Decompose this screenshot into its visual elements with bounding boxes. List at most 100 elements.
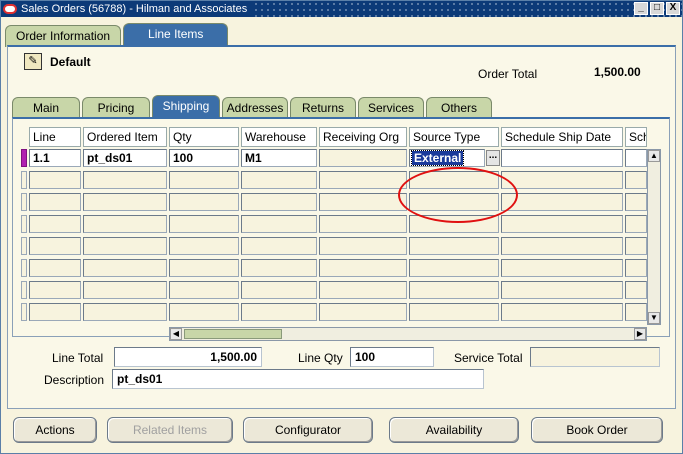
tab-returns[interactable]: Returns (290, 97, 356, 117)
empty-cell-schedule-ship-date[interactable] (501, 193, 623, 211)
empty-cell-source-type[interactable] (409, 215, 499, 233)
empty-cell-sch[interactable] (625, 281, 647, 299)
empty-cell-sch[interactable] (625, 303, 647, 321)
col-header-ordered-item[interactable]: Ordered Item (83, 127, 167, 147)
empty-cell-ordered-item[interactable] (83, 193, 167, 211)
empty-cell-sch[interactable] (625, 171, 647, 189)
empty-cell-ordered-item[interactable] (83, 259, 167, 277)
maximize-button[interactable]: □ (650, 2, 664, 15)
empty-cell-sch[interactable] (625, 215, 647, 233)
empty-cell-warehouse[interactable] (241, 303, 317, 321)
tab-shipping[interactable]: Shipping (152, 95, 220, 117)
actions-button[interactable]: Actions (13, 417, 97, 443)
empty-cell-line[interactable] (29, 215, 81, 233)
cell-qty[interactable]: 100 (169, 149, 239, 167)
cell-schedule-ship-date[interactable] (501, 149, 623, 167)
empty-cell-warehouse[interactable] (241, 259, 317, 277)
cell-source-type[interactable]: External (409, 149, 485, 167)
empty-cell-receiving-org[interactable] (319, 171, 407, 189)
tab-pricing[interactable]: Pricing (82, 97, 150, 117)
empty-cell-line[interactable] (29, 237, 81, 255)
empty-cell-qty[interactable] (169, 259, 239, 277)
empty-cell-receiving-org[interactable] (319, 303, 407, 321)
service-total-field[interactable] (530, 347, 660, 367)
empty-cell-qty[interactable] (169, 193, 239, 211)
empty-cell-receiving-org[interactable] (319, 193, 407, 211)
empty-cell-warehouse[interactable] (241, 193, 317, 211)
col-header-line[interactable]: Line (29, 127, 81, 147)
col-header-source-type[interactable]: Source Type (409, 127, 499, 147)
empty-cell-warehouse[interactable] (241, 215, 317, 233)
col-header-sch[interactable]: Sch (625, 127, 647, 147)
close-button[interactable]: X (666, 2, 680, 15)
empty-cell-schedule-ship-date[interactable] (501, 237, 623, 255)
tab-main[interactable]: Main (12, 97, 80, 117)
empty-cell-receiving-org[interactable] (319, 259, 407, 277)
minimize-button[interactable]: _ (634, 2, 648, 15)
cell-receiving-org[interactable] (319, 149, 407, 167)
empty-cell-ordered-item[interactable] (83, 237, 167, 255)
empty-cell-schedule-ship-date[interactable] (501, 171, 623, 189)
line-qty-field[interactable]: 100 (350, 347, 434, 367)
related-items-button[interactable]: Related Items (107, 417, 233, 443)
tab-services[interactable]: Services (358, 97, 424, 117)
line-total-field[interactable]: 1,500.00 (114, 347, 262, 367)
empty-cell-schedule-ship-date[interactable] (501, 215, 623, 233)
empty-cell-line[interactable] (29, 259, 81, 277)
empty-cell-warehouse[interactable] (241, 237, 317, 255)
scroll-right-icon[interactable]: ▶ (634, 328, 646, 340)
empty-cell-schedule-ship-date[interactable] (501, 303, 623, 321)
scroll-down-icon[interactable]: ▼ (648, 312, 660, 324)
empty-cell-qty[interactable] (169, 215, 239, 233)
empty-cell-ordered-item[interactable] (83, 215, 167, 233)
configurator-button[interactable]: Configurator (243, 417, 373, 443)
empty-cell-ordered-item[interactable] (83, 171, 167, 189)
col-header-receiving-org[interactable]: Receiving Org (319, 127, 407, 147)
empty-cell-source-type[interactable] (409, 193, 499, 211)
row-indicator[interactable] (21, 259, 27, 277)
empty-cell-qty[interactable] (169, 171, 239, 189)
cell-sch[interactable] (625, 149, 647, 167)
tab-line-items[interactable]: Line Items (123, 23, 229, 45)
empty-cell-ordered-item[interactable] (83, 281, 167, 299)
empty-cell-warehouse[interactable] (241, 171, 317, 189)
description-field[interactable]: pt_ds01 (112, 369, 484, 389)
tab-order-information[interactable]: Order Information (5, 25, 122, 47)
row-indicator[interactable] (21, 193, 27, 211)
empty-cell-line[interactable] (29, 193, 81, 211)
horizontal-scrollbar[interactable]: ◀ ▶ (169, 327, 647, 341)
vertical-scrollbar[interactable]: ▲ ▼ (647, 149, 661, 325)
col-header-qty[interactable]: Qty (169, 127, 239, 147)
scroll-up-icon[interactable]: ▲ (648, 150, 660, 162)
row-indicator[interactable] (21, 171, 27, 189)
empty-cell-receiving-org[interactable] (319, 215, 407, 233)
empty-cell-sch[interactable] (625, 259, 647, 277)
empty-cell-receiving-org[interactable] (319, 281, 407, 299)
empty-cell-line[interactable] (29, 281, 81, 299)
empty-cell-receiving-org[interactable] (319, 237, 407, 255)
col-header-warehouse[interactable]: Warehouse (241, 127, 317, 147)
empty-cell-source-type[interactable] (409, 171, 499, 189)
cell-ordered-item[interactable]: pt_ds01 (83, 149, 167, 167)
empty-cell-qty[interactable] (169, 281, 239, 299)
empty-cell-schedule-ship-date[interactable] (501, 281, 623, 299)
empty-cell-source-type[interactable] (409, 281, 499, 299)
empty-cell-source-type[interactable] (409, 237, 499, 255)
tab-addresses[interactable]: Addresses (222, 97, 288, 117)
folder-icon[interactable]: ✎ (24, 53, 42, 70)
empty-cell-qty[interactable] (169, 237, 239, 255)
empty-cell-sch[interactable] (625, 237, 647, 255)
empty-cell-ordered-item[interactable] (83, 303, 167, 321)
row-indicator[interactable] (21, 303, 27, 321)
book-order-button[interactable]: Book Order (531, 417, 663, 443)
availability-button[interactable]: Availability (389, 417, 519, 443)
empty-cell-line[interactable] (29, 171, 81, 189)
scroll-left-icon[interactable]: ◀ (170, 328, 182, 340)
empty-cell-qty[interactable] (169, 303, 239, 321)
horizontal-scroll-thumb[interactable] (184, 329, 282, 339)
title-bar[interactable]: Sales Orders (56788) - Hilman and Associ… (1, 1, 682, 17)
source-type-lov-button[interactable]: ... (486, 150, 500, 166)
empty-cell-sch[interactable] (625, 193, 647, 211)
row-indicator[interactable] (21, 281, 27, 299)
cell-line[interactable]: 1.1 (29, 149, 81, 167)
